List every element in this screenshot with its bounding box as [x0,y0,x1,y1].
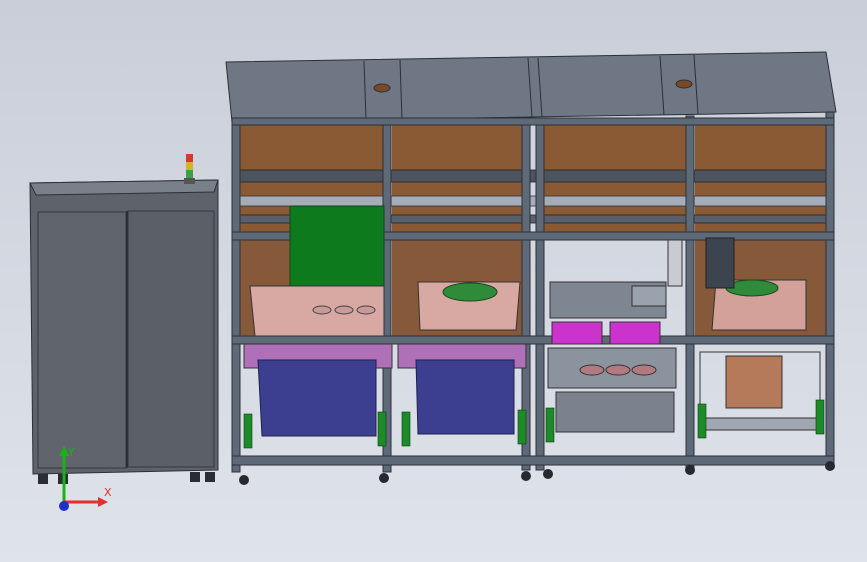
purple-tray-left [257,359,377,437]
coordinate-triad: Y X [59,446,112,511]
machine-frame[interactable] [225,51,837,485]
machine-assembly-model[interactable] [0,0,867,562]
z-axis-point [59,501,69,511]
y-axis-label: Y [67,446,75,459]
cad-viewport[interactable]: Y X [0,0,867,562]
x-axis-label: X [104,486,112,499]
stack-light [184,154,195,184]
purple-tray-right [415,359,515,435]
electrical-cabinet[interactable] [29,154,219,484]
